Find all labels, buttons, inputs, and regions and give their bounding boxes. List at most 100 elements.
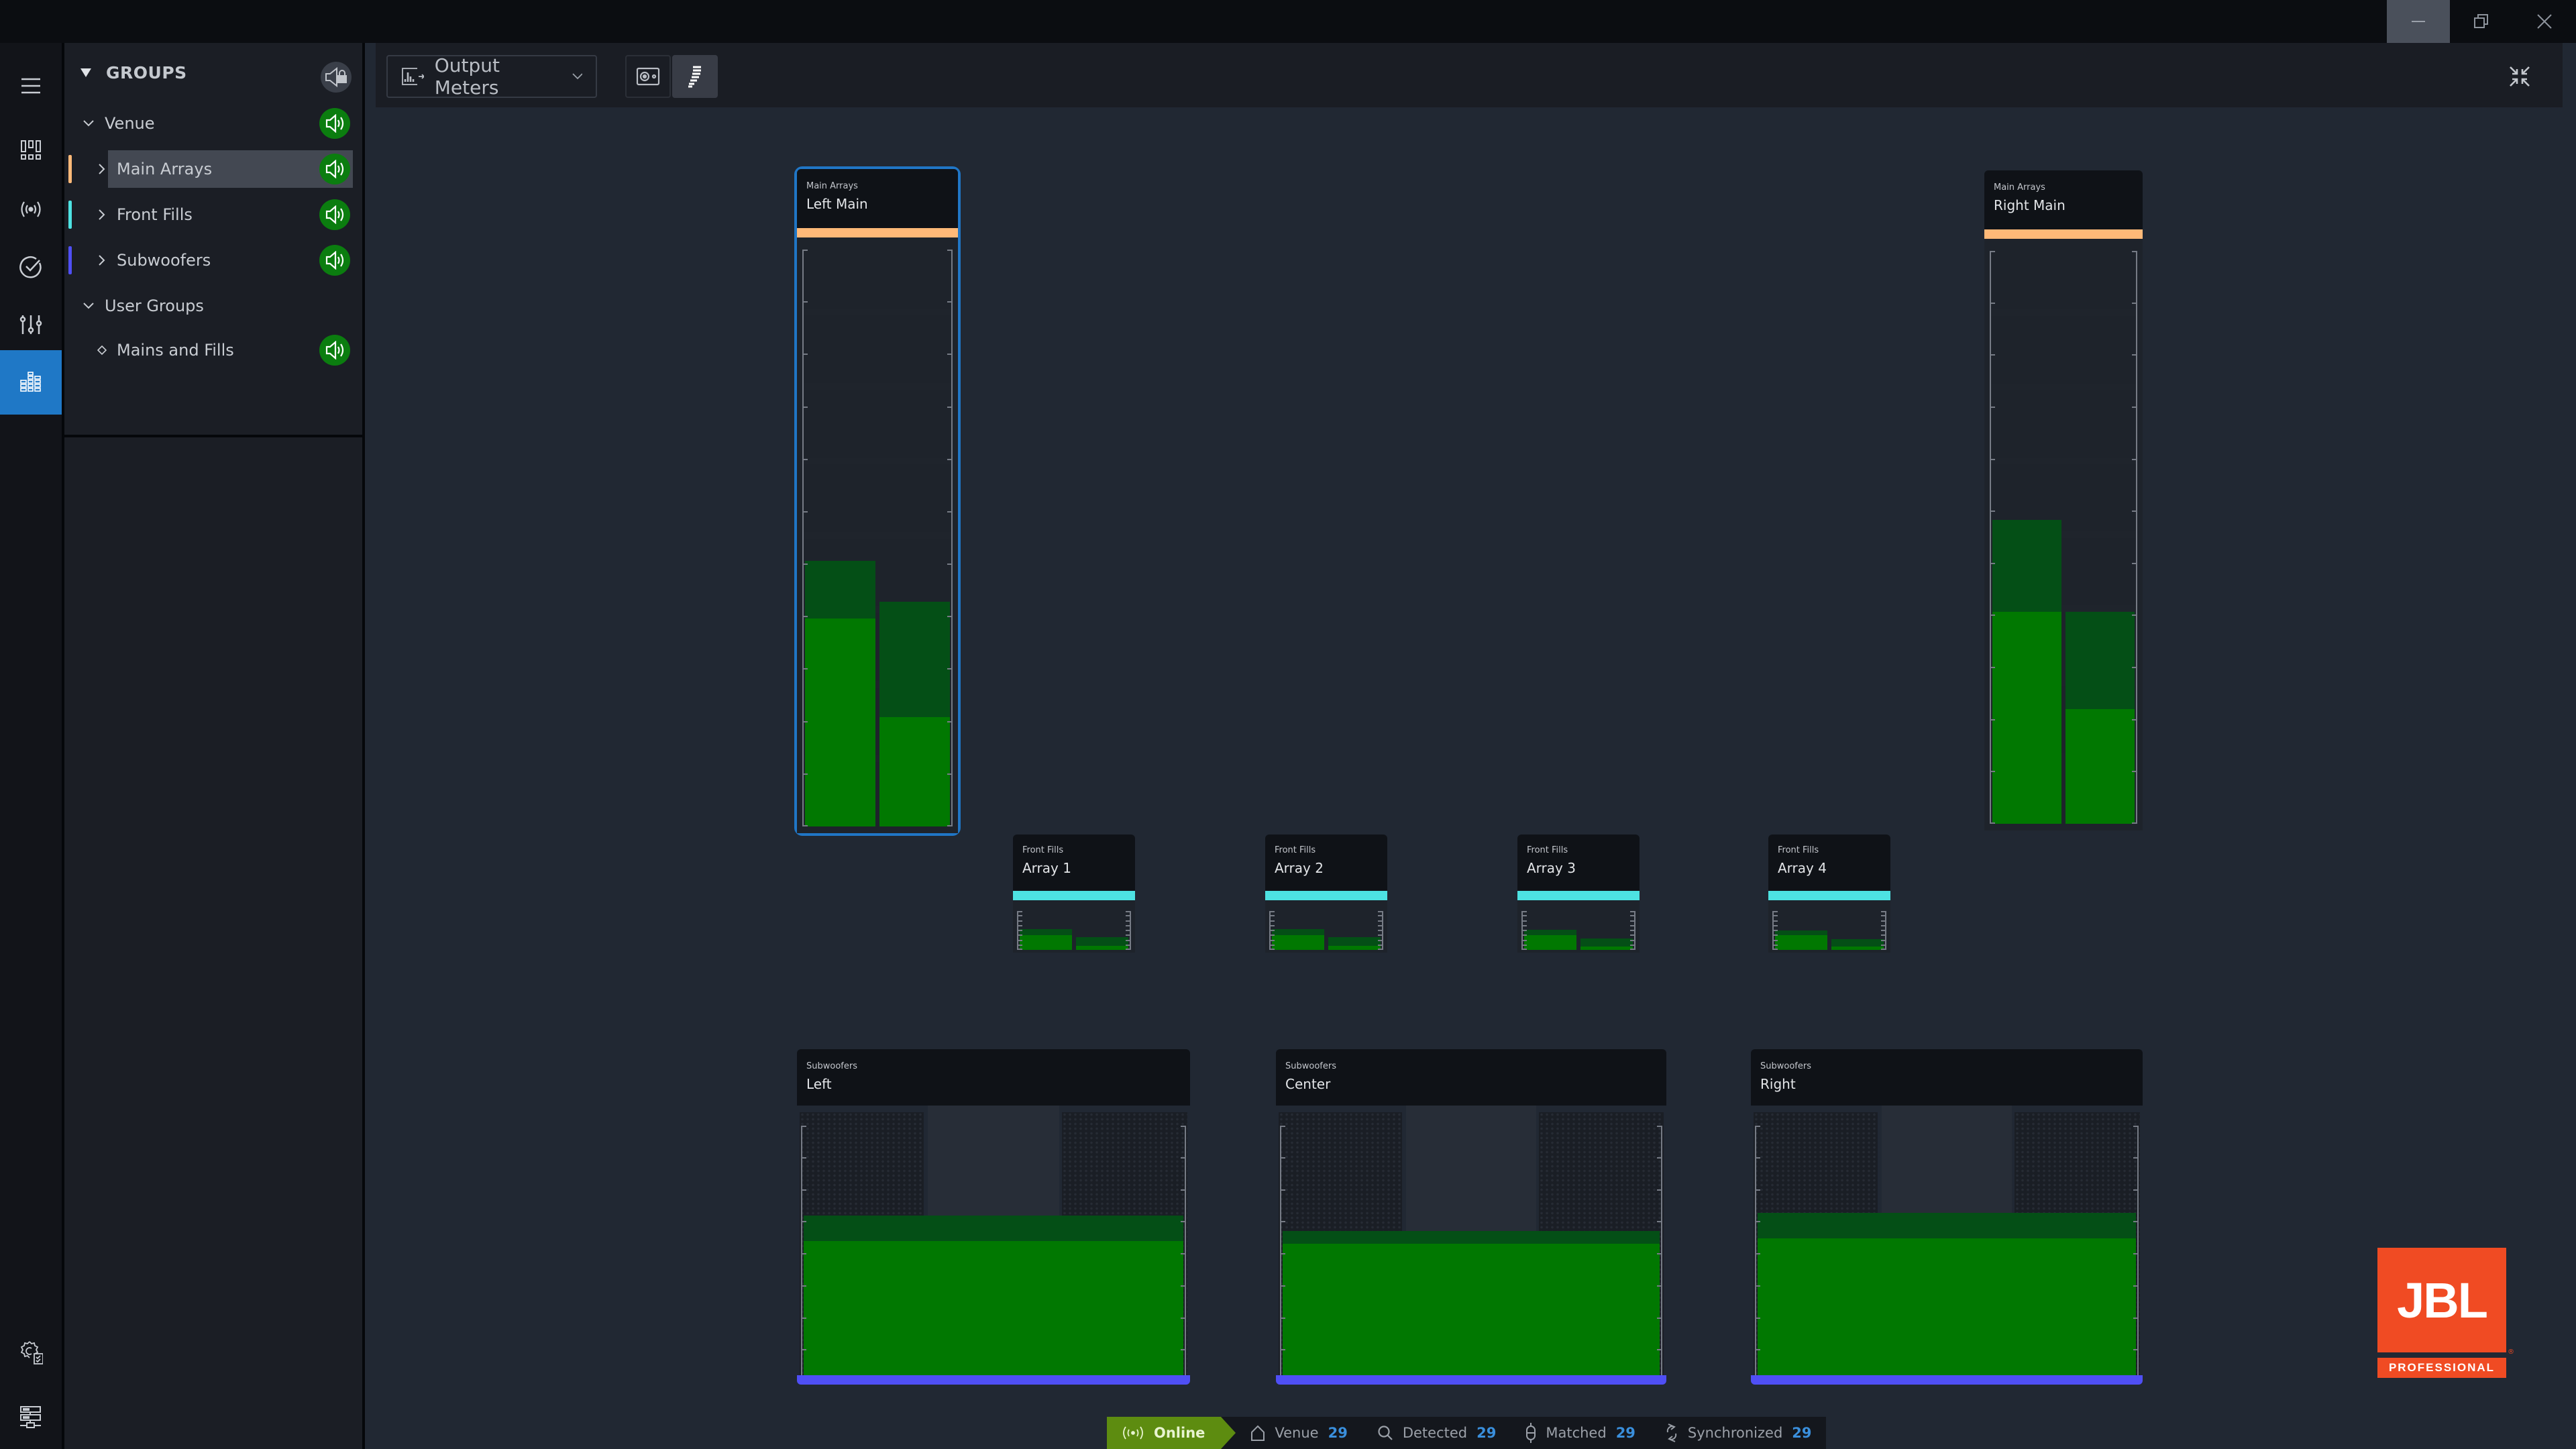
meter-tick [1657,1253,1662,1254]
card-speaker-name: Center [1285,1076,1331,1092]
speaker-card-sub-right[interactable]: Subwoofers Right [1751,1049,2143,1385]
speaker-card-fill-4[interactable]: Front Fills Array 4 [1768,835,1890,953]
meter-rms-level [1020,935,1072,950]
card-header: Front Fills Array 4 [1768,835,1890,891]
collapse-view-button[interactable] [2504,60,2536,93]
meter-tick [1280,1157,1285,1159]
close-button[interactable] [2513,0,2576,43]
rail-network-button[interactable] [0,177,62,241]
group-item-user-groups[interactable]: User Groups [64,286,360,326]
speaker-card-sub-center[interactable]: Subwoofers Center [1276,1049,1666,1385]
rail-check-button[interactable] [0,235,62,299]
group-item-label: Venue [105,114,155,133]
speaker-card-fill-2[interactable]: Front Fills Array 2 [1265,835,1387,953]
meter-tick [1772,939,1778,941]
mute-button[interactable] [319,335,350,366]
icon-rail [0,43,62,1449]
meter-tick [1521,915,1527,917]
speaker-card-right-main[interactable]: Main Arrays Right Main [1984,170,2143,830]
chevron-right-icon[interactable] [94,209,110,221]
jbl-logo-mark: JBL [2377,1248,2506,1352]
meter-tick [1126,944,1131,946]
meter-scale-right [947,250,953,826]
menu-button[interactable] [0,54,62,118]
speaker-view-button[interactable] [625,55,671,98]
meter-channel [2065,251,2135,824]
meter-tick [1881,924,1886,926]
meter-tick [1378,915,1383,917]
meter-tick [1269,920,1275,922]
chevron-down-icon[interactable] [80,302,97,310]
panel-resize-handle[interactable] [362,43,365,1449]
mute-button[interactable] [319,108,350,139]
meter-tick [1378,920,1383,922]
rail-server-button[interactable] [0,1385,62,1449]
restore-button[interactable] [2450,0,2513,43]
meter-tick [1017,944,1022,946]
minimize-icon [2412,21,2425,22]
minimize-button[interactable] [2387,0,2450,43]
chevron-right-icon[interactable] [94,163,110,175]
meter-rms-level [1775,935,1827,950]
speaker-lock-button[interactable] [321,62,352,93]
meter-rms-level [1992,612,2061,824]
home-icon [1251,1425,1265,1441]
rail-meters-button[interactable] [0,350,62,415]
meter-tick [1017,924,1022,926]
speaker-lock-icon [325,67,347,87]
group-item-front-fills[interactable]: Front Fills [64,195,360,235]
meter-tick [1181,1317,1186,1319]
meter-tick [947,668,953,670]
meter-tick [1772,915,1778,917]
groups-title: GROUPS [106,63,187,83]
speaker-layout: Main Arrays Left Main Main Arrays Right Mai… [0,0,2576,1449]
meter-tick [947,616,953,618]
meter-tick [1126,915,1131,917]
rail-mixer-button[interactable] [0,292,62,357]
group-item-subwoofers[interactable]: Subwoofers [64,240,360,280]
meter-tick [1772,920,1778,922]
meter-tick [1521,944,1527,946]
speaker-card-fill-3[interactable]: Front Fills Array 3 [1517,835,1640,953]
mute-button[interactable] [319,154,350,184]
group-color-strip [68,246,72,274]
meter-tick [1657,1157,1662,1159]
meter-tick [1772,934,1778,936]
meter-tick [947,511,953,513]
chevron-right-icon[interactable] [94,254,110,266]
meter-tick [801,1285,806,1287]
server-network-icon [20,1406,41,1428]
rail-settings-button[interactable] [0,1320,62,1385]
card-speaker-name: Array 4 [1778,860,1827,876]
speaker-card-sub-left[interactable]: Subwoofers Left [797,1049,1190,1385]
array-view-button[interactable] [672,55,718,98]
meter-tick [2132,458,2137,460]
meter-tick [1280,1349,1285,1351]
card-group-label: Subwoofers [1285,1061,1336,1071]
meter-tick [801,1221,806,1223]
meter-tick [1017,939,1022,941]
chevron-down-icon[interactable] [80,119,97,127]
meter-rms-level [879,716,950,826]
array-curve-icon [688,66,701,88]
speaker-card-fill-1[interactable]: Front Fills Array 1 [1013,835,1135,953]
group-color-bar [797,1375,1190,1385]
mute-button[interactable] [319,199,350,230]
rail-devices-button[interactable] [0,118,62,182]
view-select[interactable]: Output Meters [386,54,597,99]
groups-header[interactable]: GROUPS [80,63,187,83]
meter-tick [801,1253,806,1254]
online-status[interactable]: Online [1107,1417,1236,1449]
mute-button[interactable] [319,245,350,276]
meter-tick [2132,614,2137,616]
group-item-mains-and-fills[interactable]: Mains and Fills [64,330,360,370]
meter-tick [1881,930,1886,931]
meter-channel [1272,911,1324,950]
group-item-venue[interactable]: Venue [64,103,360,144]
meter-channel [1283,1126,1660,1382]
meter-tick [1657,1221,1662,1223]
group-color-strip [68,155,72,183]
speaker-card-left-main[interactable]: Main Arrays Left Main [794,166,961,836]
meter-tick [802,773,808,775]
group-item-main-arrays[interactable]: Main Arrays [64,149,360,189]
